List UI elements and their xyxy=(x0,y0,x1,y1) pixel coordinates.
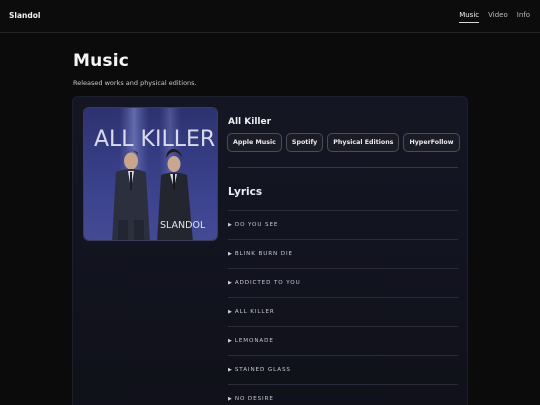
album-cover-image: ALL KILLER SLANDOL xyxy=(84,108,217,240)
lyric-item-label: LEMONADE xyxy=(234,338,274,344)
main-nav: Music Video Info xyxy=(459,11,530,23)
apple-music-button[interactable]: Apple Music xyxy=(227,133,282,152)
lyrics-heading: Lyrics xyxy=(228,186,263,198)
disclosure-triangle-icon: ▶ xyxy=(228,396,232,402)
nav-video[interactable]: Video xyxy=(488,11,508,23)
album-card: ALL KILLER SLANDOL All Killer Apple Musi… xyxy=(72,96,468,405)
disclosure-triangle-icon: ▶ xyxy=(228,222,232,228)
lyric-item[interactable]: ▶ STAINED GLASS xyxy=(228,355,458,384)
lyric-item[interactable]: ▶ NO DESIRE xyxy=(228,384,458,405)
lyrics-list: ▶ DO YOU SEE ▶ BLINK BURN DIE ▶ ADDICTED TO… xyxy=(228,210,458,405)
lyric-item-label: ADDICTED TO YOU xyxy=(234,280,301,286)
lyric-item-label: STAINED GLASS xyxy=(234,367,291,373)
disclosure-triangle-icon: ▶ xyxy=(228,251,232,257)
brand-logo[interactable]: Slandol xyxy=(9,11,40,20)
page-subtitle: Released works and physical editions. xyxy=(73,79,197,87)
album-title: All Killer xyxy=(228,117,272,127)
cover-artist-text: SLANDOL xyxy=(160,220,206,231)
lyric-item[interactable]: ▶ DO YOU SEE xyxy=(228,210,458,239)
disclosure-triangle-icon: ▶ xyxy=(228,309,232,315)
disclosure-triangle-icon: ▶ xyxy=(228,338,232,344)
page-title: Music xyxy=(73,51,130,71)
lyric-item-label: NO DESIRE xyxy=(234,396,274,402)
disclosure-triangle-icon: ▶ xyxy=(228,280,232,286)
cover-title-text: ALL KILLER xyxy=(94,127,215,152)
streaming-links: Apple Music Spotify Physical Editions Hy… xyxy=(227,133,460,152)
section-divider xyxy=(228,167,458,168)
disclosure-triangle-icon: ▶ xyxy=(228,367,232,373)
hyperfollow-button[interactable]: HyperFollow xyxy=(403,133,460,152)
lyric-item[interactable]: ▶ BLINK BURN DIE xyxy=(228,239,458,268)
physical-editions-button[interactable]: Physical Editions xyxy=(327,133,400,152)
lyric-item-label: BLINK BURN DIE xyxy=(234,251,293,257)
nav-music[interactable]: Music xyxy=(459,11,480,23)
album-cover: ALL KILLER SLANDOL xyxy=(83,107,218,241)
nav-info[interactable]: Info xyxy=(517,11,530,23)
lyric-item[interactable]: ▶ LEMONADE xyxy=(228,326,458,355)
spotify-button[interactable]: Spotify xyxy=(285,133,324,152)
lyric-item-label: DO YOU SEE xyxy=(234,222,279,228)
lyric-item[interactable]: ▶ ALL KILLER xyxy=(228,297,458,326)
lyric-item[interactable]: ▶ ADDICTED TO YOU xyxy=(228,268,458,297)
lyric-item-label: ALL KILLER xyxy=(234,309,275,315)
top-navbar: Slandol Music Video Info xyxy=(0,0,540,33)
